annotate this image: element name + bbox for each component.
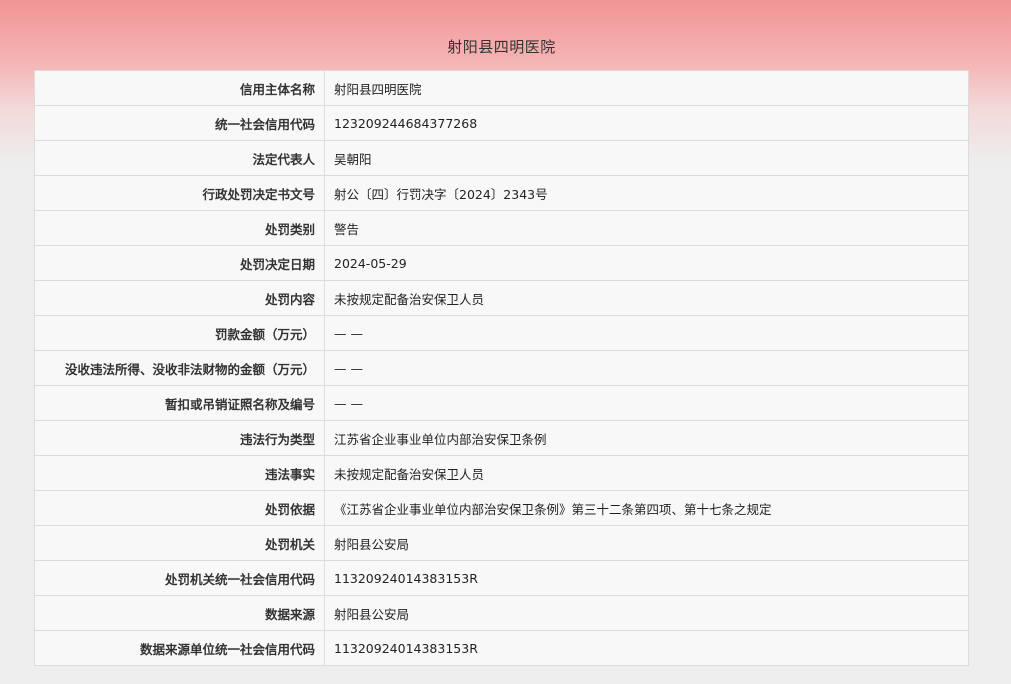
row-value: — — — [324, 385, 969, 421]
row-label: 暂扣或吊销证照名称及编号 — [34, 385, 325, 421]
row-value: 11320924014383153R — [324, 630, 969, 666]
row-label: 处罚类别 — [34, 210, 325, 246]
table-row: 处罚内容 未按规定配备治安保卫人员 — [34, 280, 969, 316]
table-row: 罚款金额（万元） — — — [34, 315, 969, 351]
row-label: 统一社会信用代码 — [34, 105, 325, 141]
table-row: 数据来源 射阳县公安局 — [34, 595, 969, 631]
row-value: 2024-05-29 — [324, 245, 969, 281]
table-row: 处罚机关统一社会信用代码 11320924014383153R — [34, 560, 969, 596]
row-value: 射阳县公安局 — [324, 525, 969, 561]
row-value: 未按规定配备治安保卫人员 — [324, 280, 969, 316]
row-label: 处罚内容 — [34, 280, 325, 316]
row-value: 123209244684377268 — [324, 105, 969, 141]
row-label: 行政处罚决定书文号 — [34, 175, 325, 211]
page-title: 射阳县四明医院 — [447, 38, 556, 56]
row-label: 违法行为类型 — [34, 420, 325, 456]
row-label: 没收违法所得、没收非法财物的金额（万元） — [34, 350, 325, 386]
row-value: 江苏省企业事业单位内部治安保卫条例 — [324, 420, 969, 456]
row-label: 违法事实 — [34, 455, 325, 491]
row-value: 警告 — [324, 210, 969, 246]
row-value: 吴朝阳 — [324, 140, 969, 176]
row-label: 罚款金额（万元） — [34, 315, 325, 351]
row-label: 处罚机关 — [34, 525, 325, 561]
row-value: 未按规定配备治安保卫人员 — [324, 455, 969, 491]
table-row: 处罚类别 警告 — [34, 210, 969, 246]
table-row: 处罚机关 射阳县公安局 — [34, 525, 969, 561]
table-row: 暂扣或吊销证照名称及编号 — — — [34, 385, 969, 421]
table-row: 统一社会信用代码 123209244684377268 — [34, 105, 969, 141]
row-label: 数据来源 — [34, 595, 325, 631]
table-row: 行政处罚决定书文号 射公〔四〕行罚决字〔2024〕2343号 — [34, 175, 969, 211]
table-row: 违法行为类型 江苏省企业事业单位内部治安保卫条例 — [34, 420, 969, 456]
row-label: 数据来源单位统一社会信用代码 — [34, 630, 325, 666]
row-value: 11320924014383153R — [324, 560, 969, 596]
credit-info-table: 信用主体名称 射阳县四明医院 统一社会信用代码 1232092446843772… — [34, 70, 969, 666]
row-value: — — — [324, 315, 969, 351]
row-value: 射阳县四明医院 — [324, 70, 969, 106]
row-value: 射公〔四〕行罚决字〔2024〕2343号 — [324, 175, 969, 211]
row-value: 射阳县公安局 — [324, 595, 969, 631]
row-label: 处罚机关统一社会信用代码 — [34, 560, 325, 596]
table-row: 违法事实 未按规定配备治安保卫人员 — [34, 455, 969, 491]
row-label: 处罚依据 — [34, 490, 325, 526]
row-label: 信用主体名称 — [34, 70, 325, 106]
table-row: 法定代表人 吴朝阳 — [34, 140, 969, 176]
row-label: 处罚决定日期 — [34, 245, 325, 281]
row-value: — — — [324, 350, 969, 386]
row-label: 法定代表人 — [34, 140, 325, 176]
table-row: 信用主体名称 射阳县四明医院 — [34, 70, 969, 106]
table-row: 没收违法所得、没收非法财物的金额（万元） — — — [34, 350, 969, 386]
table-row: 处罚决定日期 2024-05-29 — [34, 245, 969, 281]
table-row: 数据来源单位统一社会信用代码 11320924014383153R — [34, 630, 969, 666]
row-value: 《江苏省企业事业单位内部治安保卫条例》第三十二条第四项、第十七条之规定 — [324, 490, 969, 526]
table-row: 处罚依据 《江苏省企业事业单位内部治安保卫条例》第三十二条第四项、第十七条之规定 — [34, 490, 969, 526]
